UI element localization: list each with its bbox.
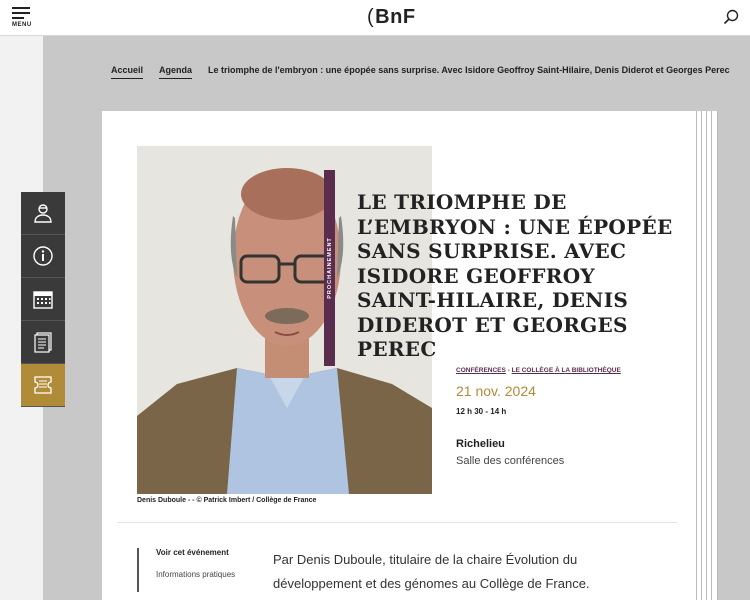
breadcrumb-home[interactable]: Accueil <box>111 65 144 79</box>
subnav-item-practical-info[interactable]: Informations pratiques <box>156 570 235 579</box>
calendar-icon <box>33 291 53 309</box>
subnav-item-see-event[interactable]: Voir cet événement <box>156 548 235 557</box>
card-stack-layer <box>707 111 712 600</box>
hamburger-icon-line <box>12 12 30 14</box>
event-room: Salle des conférences <box>456 455 565 467</box>
info-button[interactable] <box>21 235 65 278</box>
card-stack-layer <box>692 111 697 600</box>
user-icon <box>34 204 52 223</box>
calendar-button[interactable] <box>21 278 65 321</box>
breadcrumb: Accueil Agenda Le triomphe de l'embryon : … <box>111 65 730 79</box>
search-icon[interactable] <box>723 9 739 25</box>
menu-label: MENU <box>12 22 32 28</box>
breadcrumb-current: Le triomphe de l'embryon : une épopée sa… <box>208 65 730 75</box>
ticket-button[interactable] <box>21 364 65 407</box>
category-link-conferences[interactable]: Conférences <box>456 367 506 374</box>
side-toolbar <box>21 192 65 407</box>
hamburger-icon-line <box>12 17 24 19</box>
bnf-logo[interactable]: (BnF <box>367 6 416 29</box>
menu-button[interactable]: MENU <box>8 5 36 31</box>
logo-text: BnF <box>375 6 416 28</box>
status-badge: PROCHAINEMENT <box>324 170 335 366</box>
event-intro: Par Denis Duboule, titulaire de la chair… <box>273 552 590 591</box>
category-link-college[interactable]: Le Collège à la bibliothèque <box>512 367 621 374</box>
card-stack-layer <box>697 111 702 600</box>
event-time: 12 h 30 - 14 h <box>456 407 507 416</box>
event-title: Le triomphe de l’embryon : une épopée sa… <box>357 190 673 361</box>
card-stack-layer <box>712 111 718 600</box>
info-icon <box>33 246 53 266</box>
card-stack-layer <box>702 111 707 600</box>
event-categories: Conférences - Le Collège à la bibliothèq… <box>456 367 621 374</box>
account-button[interactable] <box>21 192 65 235</box>
ticket-icon <box>34 376 52 394</box>
breadcrumb-agenda[interactable]: Agenda <box>159 65 193 79</box>
documents-button[interactable] <box>21 321 65 364</box>
divider <box>117 522 677 523</box>
status-badge-label: PROCHAINEMENT <box>326 237 333 299</box>
document-icon <box>34 332 52 353</box>
photo-caption: Denis Duboule - - © Patrick Imbert / Col… <box>137 497 317 504</box>
top-header: MENU (BnF <box>0 0 750 36</box>
event-date: 21 nov. 2024 <box>456 383 536 399</box>
hamburger-icon <box>12 7 30 9</box>
event-venue: Richelieu <box>456 438 505 450</box>
event-subnav: Voir cet événement Informations pratique… <box>137 548 235 592</box>
